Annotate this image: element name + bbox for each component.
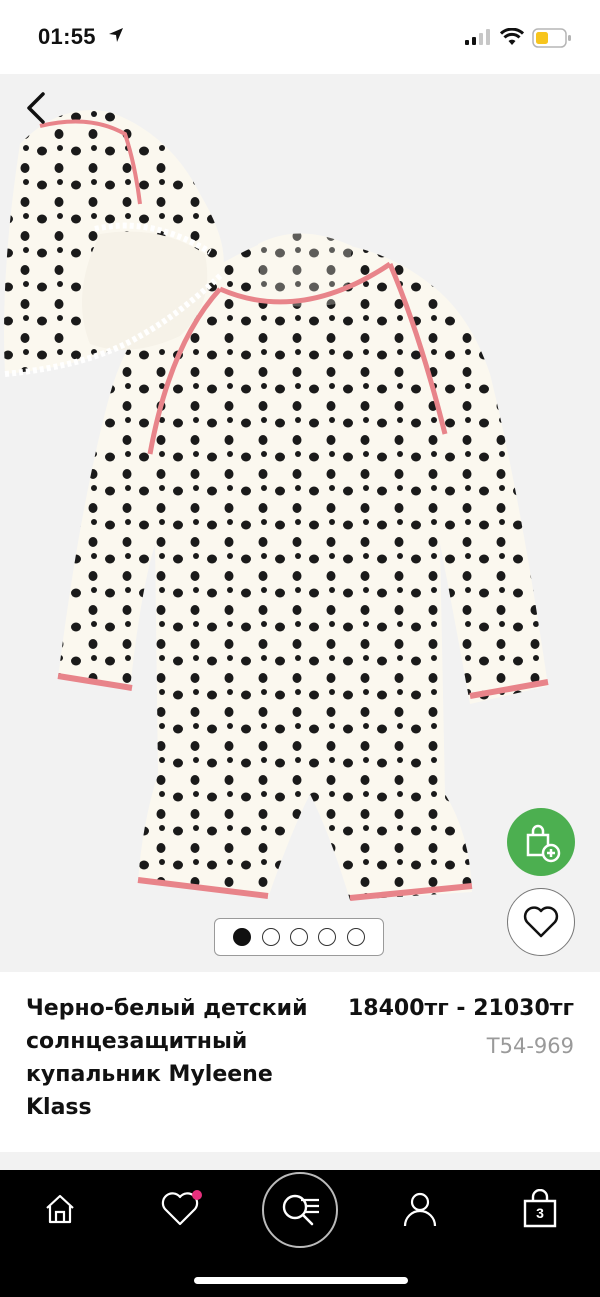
shopping-bag-plus-icon: [526, 824, 561, 863]
user-icon: [403, 1192, 437, 1227]
tab-home[interactable]: [30, 1184, 90, 1234]
gallery-pager: [214, 918, 384, 956]
wifi-icon: [500, 28, 524, 45]
tab-cart[interactable]: 3: [510, 1184, 570, 1234]
notification-dot: [192, 1190, 202, 1200]
pager-dot-5[interactable]: [346, 928, 365, 946]
tab-profile[interactable]: [390, 1184, 450, 1234]
pager-dot-2[interactable]: [261, 928, 280, 946]
product-info: Черно-белый детский солнцезащитный купал…: [0, 972, 600, 1152]
back-button[interactable]: [18, 88, 54, 128]
search-list-icon: [282, 1194, 319, 1226]
status-bar: 01:55: [0, 0, 600, 74]
pager-dot-1[interactable]: [233, 928, 252, 946]
cellular-signal-icon: [465, 29, 490, 45]
battery-icon: [532, 28, 571, 48]
chevron-left-icon: [27, 92, 45, 124]
heart-icon: [523, 906, 559, 938]
pager-dot-3[interactable]: [289, 928, 308, 946]
add-to-cart-button[interactable]: [507, 808, 575, 876]
status-time: 01:55: [38, 24, 96, 49]
product-title: Черно-белый детский солнцезащитный купал…: [26, 996, 308, 1120]
cart-count: 3: [536, 1205, 544, 1221]
product-sku: T54-969: [486, 1034, 574, 1058]
home-indicator: [194, 1277, 408, 1284]
pager-dot-4[interactable]: [318, 928, 337, 946]
wishlist-button[interactable]: [507, 888, 575, 956]
product-price: 18400тг - 21030тг: [347, 996, 574, 1021]
tab-search[interactable]: [262, 1172, 338, 1248]
home-icon: [46, 1194, 74, 1224]
location-arrow-icon: [109, 28, 123, 42]
tab-favorites[interactable]: [150, 1184, 210, 1234]
product-gallery[interactable]: [0, 74, 600, 972]
section-divider: [0, 1152, 600, 1170]
